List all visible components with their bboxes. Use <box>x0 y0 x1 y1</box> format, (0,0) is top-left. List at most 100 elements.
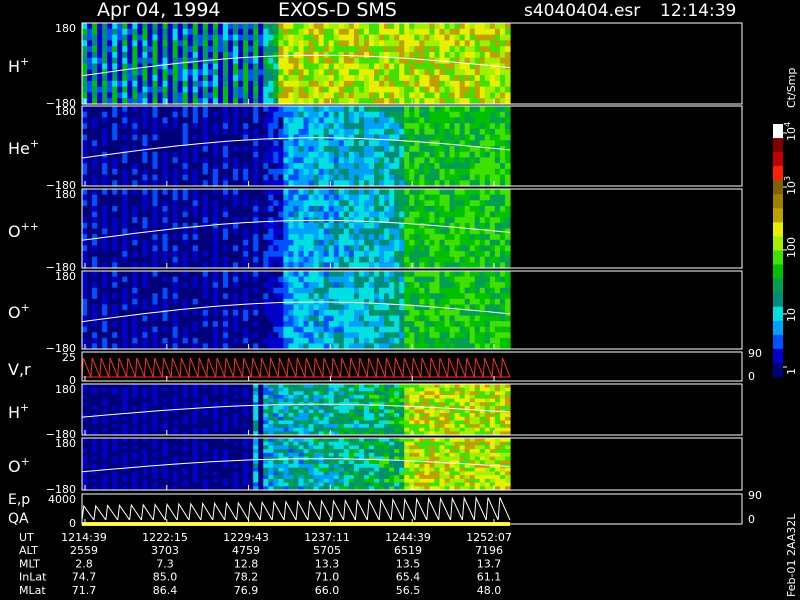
spectrogram-cell <box>248 200 254 207</box>
spectrogram-cell <box>479 34 486 41</box>
spectrogram-cell <box>494 117 501 124</box>
spectrogram-cell <box>419 211 425 218</box>
spectrogram-cell <box>112 46 118 53</box>
spectrogram-cell <box>348 168 355 176</box>
spectrogram-cell <box>374 251 380 258</box>
spectrogram-cell <box>217 28 224 36</box>
spectrogram-cell <box>268 211 274 218</box>
spectrogram-cell <box>363 134 370 141</box>
spectrogram-cell <box>394 251 400 258</box>
spectrogram-cell <box>112 298 118 306</box>
spectrogram-cell <box>479 211 486 218</box>
spectrogram-cell <box>328 332 335 339</box>
spectrogram-cell <box>323 251 330 258</box>
spectrogram-cell <box>92 271 98 278</box>
spectrogram-cell <box>338 117 345 124</box>
spectrogram-cell <box>489 205 496 213</box>
spectrogram-cell <box>187 146 194 153</box>
spectrogram-cell <box>298 239 305 247</box>
spectrogram-cell <box>439 123 446 130</box>
spectrogram-cell <box>137 75 144 82</box>
spectrogram-cell <box>253 194 259 201</box>
spectrogram-cell <box>323 337 330 345</box>
spectrogram-cell <box>363 315 370 322</box>
spectrogram-cell <box>243 239 249 247</box>
spectrogram-cell <box>147 239 154 247</box>
spectrogram-cell <box>202 123 209 130</box>
spectrogram-cell <box>328 310 335 317</box>
spectrogram-cell <box>494 86 501 94</box>
spectrogram-cell <box>399 63 405 70</box>
spectrogram-cell <box>358 174 365 181</box>
spectrogram-cell <box>117 92 123 99</box>
spectrogram-cell <box>298 256 305 263</box>
spectrogram-cell <box>222 321 229 328</box>
spectrogram-cell <box>419 46 425 53</box>
spectrogram-cell <box>228 282 234 289</box>
spectrogram-cell <box>132 174 138 181</box>
spectrogram-cell <box>379 189 385 196</box>
spectrogram-cell <box>117 23 123 30</box>
spectrogram-cell <box>172 51 179 59</box>
spectrogram-cell <box>409 146 415 153</box>
spectrogram-cell <box>283 245 290 252</box>
spectrogram-cell <box>449 75 456 82</box>
spectrogram-cell <box>494 57 501 65</box>
spectrogram-cell <box>499 332 506 339</box>
spectrogram-cell <box>469 315 476 322</box>
spectrogram-cell <box>162 46 169 53</box>
spectrogram-cell <box>278 228 285 235</box>
spectrogram-cell <box>97 217 103 224</box>
spectrogram-cell <box>167 211 174 218</box>
spectrogram-cell <box>102 394 108 400</box>
spectrogram-cell <box>308 228 315 235</box>
spectrogram-cell <box>313 117 320 124</box>
spectrogram-cell <box>459 298 466 306</box>
clock-time: 12:14:39 <box>660 1 736 21</box>
spectrogram-cell <box>283 315 290 322</box>
spectrogram-cell <box>273 326 279 333</box>
spectrogram-cell <box>353 287 360 294</box>
spectrogram-cell <box>263 123 269 130</box>
spectrogram-cell <box>258 168 264 176</box>
spectrogram-cell <box>238 326 244 333</box>
spectrogram-cell <box>248 245 254 252</box>
spectrogram-cell <box>147 222 154 230</box>
spectrogram-cell <box>369 123 375 130</box>
spectrogram-cell <box>449 168 456 176</box>
spectrogram-cell <box>489 134 496 141</box>
spectrogram-cell <box>459 200 466 207</box>
spectrogram-cell <box>499 168 506 176</box>
spectrogram-cell <box>328 337 335 345</box>
spectrogram-cell <box>449 34 456 41</box>
spectrogram-cell <box>358 189 365 196</box>
spectrogram-cell <box>278 23 285 30</box>
spectrogram-cell <box>479 163 486 170</box>
spectrogram-cell <box>308 23 315 30</box>
spectrogram-cell <box>82 34 88 41</box>
spectrogram-cell <box>343 174 350 181</box>
spectrogram-cell <box>197 163 204 170</box>
spectrogram-cell <box>212 293 219 300</box>
spectrogram-cell <box>137 424 144 429</box>
spectrogram-cell <box>439 86 446 94</box>
spectrogram-cell <box>233 298 239 306</box>
spectrogram-cell <box>278 168 285 176</box>
spectrogram-cell <box>97 123 103 130</box>
spectrogram-cell <box>82 276 88 283</box>
spectrogram-cell <box>384 146 390 153</box>
spectrogram-cell <box>374 117 380 124</box>
spectrogram-cell <box>384 123 390 130</box>
spectrogram-cell <box>192 256 199 263</box>
spectrogram-cell <box>379 332 385 339</box>
spectrogram-cell <box>384 287 390 294</box>
spectrogram-cell <box>222 298 229 306</box>
spectrogram-cell <box>303 310 310 317</box>
spectrogram-cell <box>197 251 204 258</box>
spectrogram-cell <box>429 239 436 247</box>
spectrogram-cell <box>394 40 400 47</box>
spectrogram-cell <box>439 298 446 306</box>
spectrogram-cell <box>127 123 133 130</box>
spectrogram-cell <box>394 304 400 311</box>
spectrogram-cell <box>278 310 285 317</box>
